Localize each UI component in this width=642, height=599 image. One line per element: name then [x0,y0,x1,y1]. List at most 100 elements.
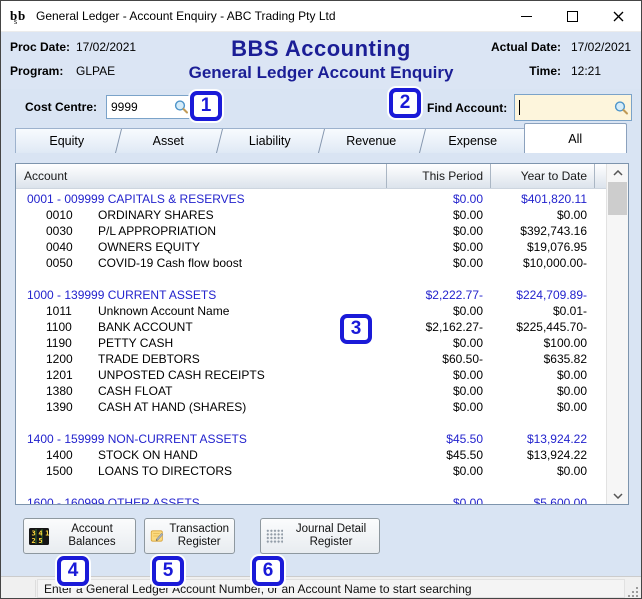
account-row[interactable]: 1011 Unknown Account Name $0.00 $0.01- [16,303,606,319]
account-type-tabs: Equity Asset Liability Revenue Expense A… [15,123,627,153]
account-row[interactable]: 0030 P/L APPROPRIATION $0.00 $392,743.16 [16,223,606,239]
table-header: Account This Period Year to Date [16,164,606,189]
proc-info: Proc Date: 17/02/2021 Program: GLPAE [10,40,136,78]
scrollbar-thumb[interactable] [608,182,627,215]
account-row[interactable]: 0010 ORDINARY SHARES $0.00 $0.00 [16,207,606,223]
titles: BBS Accounting General Ledger Account En… [121,36,521,83]
account-row[interactable]: 0050 COVID-19 Cash flow boost $0.00 $10,000… [16,255,606,271]
text-caret [519,100,520,115]
button-label-line2: Balances [68,536,116,548]
actual-date-value: 17/02/2021 [571,40,632,54]
button-label-line1: Journal Detail [295,523,367,535]
account-row[interactable]: 1400 STOCK ON HAND $45.50 $13,924.22 [16,447,606,463]
page-title: General Ledger Account Enquiry [188,63,454,82]
tab-label: Liability [248,134,291,148]
group-row[interactable]: 0001 - 009999 CAPITALS & RESERVES $0.00 $4… [16,191,606,207]
column-header-account[interactable]: Account [16,164,386,188]
tab-revenue[interactable]: Revenue [320,128,422,153]
status-divider [35,580,36,597]
button-label-line1: Account [71,523,113,535]
actual-date-label: Actual Date: [490,40,561,54]
column-header-this-period[interactable]: This Period [386,164,490,188]
app-window: b s b General Ledger - Account Enquiry -… [0,0,642,599]
svg-text:s: s [14,17,17,25]
callout-2: 2 [389,88,421,118]
maximize-icon [566,10,578,22]
group-row[interactable]: 1600 - 160999 OTHER ASSETS $0.00 $5,600.00 [16,495,606,504]
callout-1: 1 [190,91,222,121]
callout-6: 6 [252,556,284,586]
app-title: BBS Accounting [231,36,411,61]
callout-5: 5 [152,556,184,586]
svg-text:25: 25 [32,537,46,545]
maximize-button[interactable] [549,1,595,31]
account-row[interactable]: 1201 UNPOSTED CASH RECEIPTS $0.00 $0.00 [16,367,606,383]
group-row[interactable]: 1400 - 159999 NON-CURRENT ASSETS $45.50 $1… [16,431,606,447]
chevron-up-icon [612,169,623,176]
find-account-search-icon[interactable] [614,100,629,115]
status-bar: Enter a General Ledger Account Number, o… [1,576,641,598]
callout-3: 3 [340,314,372,344]
account-balances-button[interactable]: 341 25 AccountBalances [23,518,136,554]
svg-text:b: b [18,8,25,23]
account-balances-icon: 341 25 [29,527,49,545]
find-account-field[interactable] [514,94,632,121]
spacer-row [16,415,606,431]
date-time-info: Actual Date: 17/02/2021 Time: 12:21 [491,40,633,78]
spacer-row [16,479,606,495]
account-row[interactable]: 1380 CASH FLOAT $0.00 $0.00 [16,383,606,399]
tab-asset[interactable]: Asset [117,128,219,153]
column-header-filler [594,164,606,188]
journal-detail-icon [266,528,283,544]
minimize-button[interactable] [503,1,549,31]
cost-centre-field[interactable] [106,95,192,119]
proc-date-label: Proc Date: [10,40,71,54]
account-row[interactable]: 1190 PETTY CASH $0.00 $100.00 [16,335,606,351]
account-row[interactable]: 1200 TRADE DEBTORS $60.50- $635.82 [16,351,606,367]
resize-grip[interactable] [627,586,639,598]
scroll-up-button[interactable] [607,164,628,181]
tab-all[interactable]: All [523,123,627,153]
status-message: Enter a General Ledger Account Number, o… [37,579,625,598]
journal-detail-register-button[interactable]: Journal Detail Register [260,518,380,554]
close-icon [613,11,623,21]
cost-centre-search-icon[interactable] [174,100,189,115]
account-row[interactable]: 1500 LOANS TO DIRECTORS $0.00 $0.00 [16,463,606,479]
button-label-line2: Register [177,536,221,548]
transaction-register-button[interactable]: Transaction Register [144,518,235,554]
tab-label: Revenue [346,134,397,148]
chevron-down-icon [612,492,623,499]
group-row[interactable]: 1000 - 139999 CURRENT ASSETS $2,222.77- $2… [16,287,606,303]
account-table-body: 0001 - 009999 CAPITALS & RESERVES $0.00 $4… [16,189,606,504]
header-band: Proc Date: 17/02/2021 Program: GLPAE BBS… [1,32,641,89]
account-row[interactable]: 1390 CASH AT HAND (SHARES) $0.00 $0.00 [16,399,606,415]
find-account-label: Find Account: [427,101,508,115]
program-label: Program: [10,64,64,78]
tab-label: All [568,131,583,146]
column-header-year-to-date[interactable]: Year to Date [490,164,594,188]
vertical-scrollbar[interactable] [606,164,628,504]
time-value: 12:21 [571,64,602,78]
transaction-register-icon [150,530,164,542]
tab-liability[interactable]: Liability [219,128,321,153]
account-row[interactable]: 0040 OWNERS EQUITY $0.00 $19,076.95 [16,239,606,255]
close-button[interactable] [595,1,641,31]
tab-label: Equity [49,134,85,148]
account-row[interactable]: 1100 BANK ACCOUNT $2,162.27- $225,445.70- [16,319,606,335]
scroll-down-button[interactable] [607,487,628,504]
callout-4: 4 [57,556,89,586]
spacer-row [16,271,606,287]
tab-label: Asset [152,134,184,148]
titlebar: b s b General Ledger - Account Enquiry -… [1,1,641,32]
window-title: General Ledger - Account Enquiry - ABC T… [36,9,336,23]
tab-expense[interactable]: Expense [422,128,524,153]
button-label-line1: Transaction [169,523,229,535]
button-label-line2: Register [309,536,353,548]
time-label: Time: [529,64,561,78]
tab-label: Expense [448,134,498,148]
cost-centre-label: Cost Centre: [25,100,98,114]
account-table: Account This Period Year to Date 0001 - … [15,163,629,505]
tab-equity[interactable]: Equity [15,128,118,153]
app-logo-icon: b s b [10,8,25,25]
minimize-icon [520,15,532,17]
